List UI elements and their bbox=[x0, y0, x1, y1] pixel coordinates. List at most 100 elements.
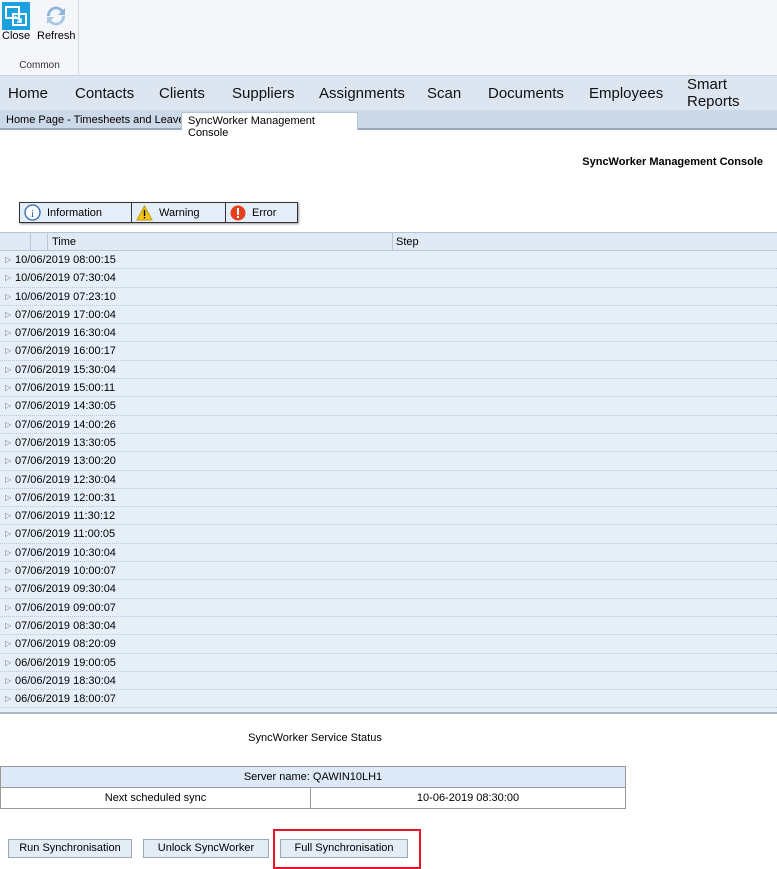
row-time: 07/06/2019 17:00:04 bbox=[15, 308, 116, 321]
server-name: Server name: QAWIN10LH1 bbox=[0, 766, 626, 788]
row-time: 10/06/2019 07:30:04 bbox=[15, 272, 116, 285]
expand-icon[interactable]: ▷ bbox=[5, 584, 11, 593]
row-time: 07/06/2019 09:30:04 bbox=[15, 583, 116, 596]
table-row[interactable]: ▷ 07/06/2019 12:00:31 bbox=[0, 489, 777, 508]
expand-icon[interactable]: ▷ bbox=[5, 566, 11, 575]
tab-home-page[interactable]: Home Page - Timesheets and Leave bbox=[0, 112, 191, 130]
filter-error[interactable]: Error bbox=[226, 203, 297, 222]
expand-icon[interactable]: ▷ bbox=[5, 438, 11, 447]
expand-icon[interactable]: ▷ bbox=[5, 401, 11, 410]
column-header-step[interactable]: Step bbox=[396, 236, 419, 248]
expand-icon[interactable]: ▷ bbox=[5, 694, 11, 703]
tab-syncworker-console[interactable]: SyncWorker Management Console bbox=[181, 112, 358, 139]
close-label: Close bbox=[2, 30, 31, 42]
table-row[interactable]: ▷ 07/06/2019 08:20:09 bbox=[0, 635, 777, 654]
row-time: 07/06/2019 10:00:07 bbox=[15, 565, 116, 578]
expand-icon[interactable]: ▷ bbox=[5, 292, 11, 301]
expand-icon[interactable]: ▷ bbox=[5, 255, 11, 264]
filter-information[interactable]: i Information bbox=[20, 203, 132, 222]
nav-clients[interactable]: Clients bbox=[159, 85, 205, 102]
expand-icon[interactable]: ▷ bbox=[5, 493, 11, 502]
row-time: 10/06/2019 08:00:15 bbox=[15, 254, 116, 266]
expand-icon[interactable]: ▷ bbox=[5, 621, 11, 630]
table-row[interactable]: ▷ 07/06/2019 09:30:04 bbox=[0, 580, 777, 599]
table-row[interactable]: ▷ 07/06/2019 15:30:04 bbox=[0, 361, 777, 380]
grid-rows: ▷ 10/06/2019 08:00:15 ▷ 10/06/2019 07:30:04… bbox=[0, 251, 777, 709]
row-time: 07/06/2019 14:30:05 bbox=[15, 400, 116, 413]
expand-icon[interactable]: ▷ bbox=[5, 639, 11, 648]
table-row[interactable]: ▷ 07/06/2019 10:00:07 bbox=[0, 562, 777, 581]
expand-icon[interactable]: ▷ bbox=[5, 475, 11, 484]
table-row[interactable]: ▷ 06/06/2019 18:00:07 bbox=[0, 690, 777, 709]
table-row[interactable]: ▷ 07/06/2019 13:30:05 bbox=[0, 434, 777, 453]
table-row[interactable]: ▷ 07/06/2019 10:30:04 bbox=[0, 544, 777, 563]
row-time: 07/06/2019 13:30:05 bbox=[15, 436, 116, 449]
row-time: 06/06/2019 18:30:04 bbox=[15, 674, 116, 687]
expand-icon[interactable]: ▷ bbox=[5, 658, 11, 667]
table-row[interactable]: ▷ 07/06/2019 11:30:12 bbox=[0, 507, 777, 526]
table-row[interactable]: ▷ 06/06/2019 19:00:05 bbox=[0, 654, 777, 672]
table-row[interactable]: ▷ 10/06/2019 07:30:04 bbox=[0, 269, 777, 288]
run-synchronisation-button[interactable]: Run Synchronisation bbox=[8, 839, 132, 858]
table-row[interactable]: ▷ 10/06/2019 07:23:10 bbox=[0, 288, 777, 306]
next-sync-value: 10-06-2019 08:30:00 bbox=[310, 787, 626, 809]
expand-icon[interactable]: ▷ bbox=[5, 383, 11, 392]
row-time: 07/06/2019 11:30:12 bbox=[15, 510, 116, 523]
document-tabs: Home Page - Timesheets and Leave SyncWor… bbox=[0, 110, 777, 139]
expand-icon[interactable]: ▷ bbox=[5, 273, 11, 282]
table-row[interactable]: ▷ 07/06/2019 08:30:04 bbox=[0, 617, 777, 636]
row-time: 07/06/2019 11:00:05 bbox=[15, 528, 116, 541]
ribbon-group-common: Close Refresh Common bbox=[0, 0, 79, 76]
unlock-syncworker-button[interactable]: Unlock SyncWorker bbox=[143, 839, 269, 858]
full-synchronisation-button[interactable]: Full Synchronisation bbox=[280, 839, 408, 858]
expand-icon[interactable]: ▷ bbox=[5, 603, 11, 612]
table-row[interactable]: ▷ 07/06/2019 13:00:20 bbox=[0, 452, 777, 471]
nav-scan[interactable]: Scan bbox=[427, 85, 461, 102]
close-button[interactable]: Close bbox=[2, 2, 30, 42]
close-icon bbox=[2, 2, 31, 30]
log-level-filters: i Information Warning Error bbox=[19, 202, 298, 223]
table-row[interactable]: ▷ 06/06/2019 18:30:04 bbox=[0, 672, 777, 691]
filter-error-label: Error bbox=[252, 206, 277, 219]
group-label: Common bbox=[19, 60, 60, 71]
expand-icon[interactable]: ▷ bbox=[5, 529, 11, 538]
table-row[interactable]: ▷ 07/06/2019 17:00:04 bbox=[0, 306, 777, 325]
row-time: 06/06/2019 19:00:05 bbox=[15, 656, 116, 669]
row-time: 07/06/2019 13:00:20 bbox=[15, 455, 116, 468]
page-title: SyncWorker Management Console bbox=[582, 156, 763, 168]
row-time: 10/06/2019 07:23:10 bbox=[15, 290, 116, 303]
filter-warning-label: Warning bbox=[159, 206, 200, 219]
expand-icon[interactable]: ▷ bbox=[5, 676, 11, 685]
expand-icon[interactable]: ▷ bbox=[5, 548, 11, 557]
table-row[interactable]: ▷ 07/06/2019 09:00:07 bbox=[0, 599, 777, 617]
table-row[interactable]: ▷ 07/06/2019 14:30:05 bbox=[0, 397, 777, 416]
expand-icon[interactable]: ▷ bbox=[5, 456, 11, 465]
filter-warning[interactable]: Warning bbox=[132, 203, 226, 222]
table-row[interactable]: ▷ 07/06/2019 11:00:05 bbox=[0, 525, 777, 544]
table-row[interactable]: ▷ 07/06/2019 16:00:17 bbox=[0, 342, 777, 361]
nav-smart-reports[interactable]: Smart Reports bbox=[687, 76, 777, 110]
refresh-button[interactable]: Refresh bbox=[37, 2, 76, 42]
row-time: 07/06/2019 09:00:07 bbox=[15, 601, 116, 614]
expand-icon[interactable]: ▷ bbox=[5, 346, 11, 355]
nav-documents[interactable]: Documents bbox=[488, 85, 564, 102]
expand-icon[interactable]: ▷ bbox=[5, 310, 11, 319]
nav-assignments[interactable]: Assignments bbox=[319, 85, 405, 102]
nav-contacts[interactable]: Contacts bbox=[75, 85, 134, 102]
row-time: 07/06/2019 08:30:04 bbox=[15, 619, 116, 632]
table-row[interactable]: ▷ 07/06/2019 16:30:04 bbox=[0, 324, 777, 343]
row-time: 07/06/2019 16:30:04 bbox=[15, 327, 116, 340]
nav-suppliers[interactable]: Suppliers bbox=[232, 85, 295, 102]
nav-employees[interactable]: Employees bbox=[589, 85, 663, 102]
table-row[interactable]: ▷ 10/06/2019 08:00:15 bbox=[0, 251, 777, 270]
table-row[interactable]: ▷ 07/06/2019 15:00:11 bbox=[0, 379, 777, 398]
expand-icon[interactable]: ▷ bbox=[5, 511, 11, 520]
nav-home[interactable]: Home bbox=[8, 85, 48, 102]
table-row[interactable]: ▷ 07/06/2019 14:00:26 bbox=[0, 416, 777, 434]
table-row[interactable]: ▷ 07/06/2019 12:30:04 bbox=[0, 471, 777, 489]
expand-icon[interactable]: ▷ bbox=[5, 328, 11, 337]
column-header-time[interactable]: Time bbox=[52, 236, 76, 248]
expand-icon[interactable]: ▷ bbox=[5, 365, 11, 374]
refresh-label: Refresh bbox=[37, 30, 76, 42]
expand-icon[interactable]: ▷ bbox=[5, 420, 11, 429]
